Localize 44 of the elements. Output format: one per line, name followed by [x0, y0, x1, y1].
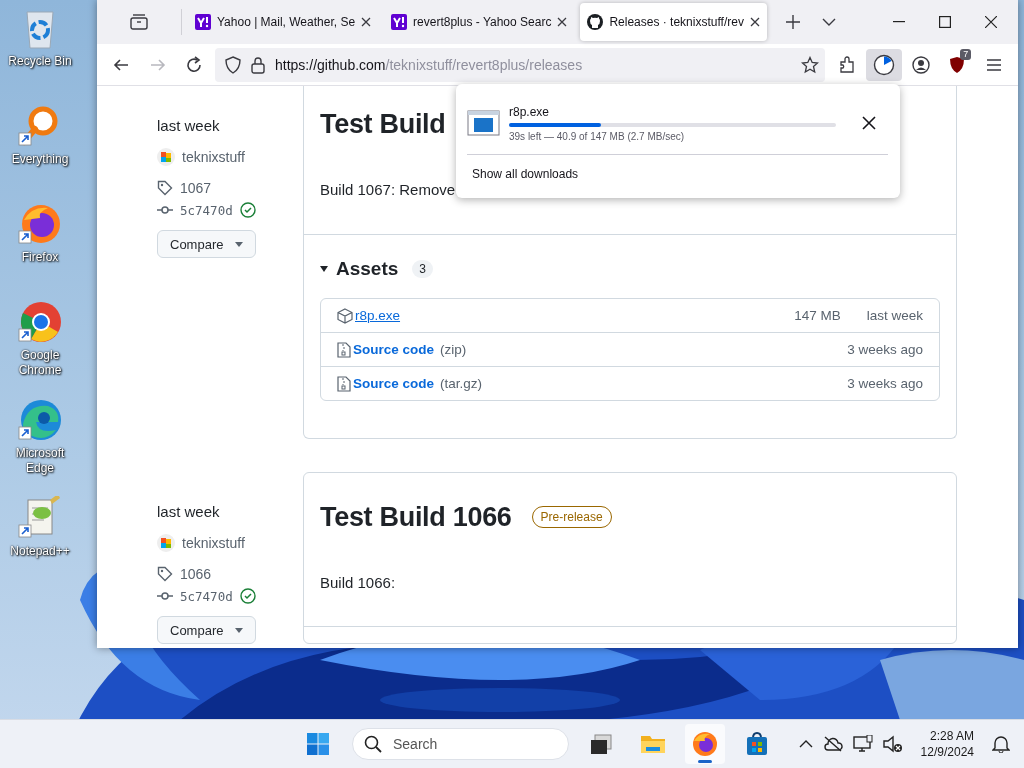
icon-label: Notepad++: [9, 544, 71, 559]
compare-button[interactable]: Compare: [157, 230, 257, 258]
release-date: last week: [157, 116, 220, 136]
asset-size: 147 MB: [793, 308, 841, 323]
download-status: 39s left — 40.9 of 147 MB (2.7 MB/sec): [509, 130, 686, 142]
clock-date[interactable]: 12/9/2024: [920, 744, 974, 760]
commit-link[interactable]: 5c7470d: [180, 202, 233, 218]
asset-date: 3 weeks ago: [847, 376, 923, 391]
author-link[interactable]: teknixstuff: [182, 535, 245, 551]
shield-extension-button[interactable]: 7: [939, 48, 976, 81]
asset-link[interactable]: Source code: [353, 376, 435, 391]
asset-format: (tar.gz): [440, 376, 483, 391]
icon-label: Microsoft Edge: [14, 446, 66, 476]
release-title[interactable]: Test Build 1066: [320, 501, 512, 533]
release-description: Build 1066:: [320, 573, 397, 593]
asset-link[interactable]: Source code: [353, 342, 435, 357]
search-field[interactable]: Search: [352, 728, 569, 760]
asset-link[interactable]: r8p.exe: [355, 308, 401, 323]
clock-time[interactable]: 2:28 AM: [929, 728, 974, 744]
compare-button[interactable]: Compare: [157, 616, 257, 644]
asset-count: 3: [412, 260, 433, 278]
address-bar[interactable]: https://github.com/teknixstuff/revert8plus/releases: [215, 47, 825, 82]
release-title[interactable]: Test Build: [320, 108, 446, 140]
assets-heading[interactable]: Assets: [336, 258, 399, 280]
browser-tab[interactable]: Yahoo | Mail, Weather, Se: [188, 3, 379, 41]
tag-link[interactable]: 1066: [180, 566, 212, 582]
browser-tab[interactable]: revert8plus - Yahoo Searc: [384, 3, 575, 41]
asset-format: (zip): [440, 342, 467, 357]
icon-label: Firefox: [20, 250, 60, 265]
asset-date: 3 weeks ago: [847, 342, 923, 357]
icon-label: Google Chrome: [17, 348, 63, 378]
commit-link[interactable]: 5c7470d: [180, 588, 233, 604]
extension-badge: 7: [960, 48, 972, 60]
release-date: last week: [157, 502, 220, 522]
author-link[interactable]: teknixstuff: [182, 149, 245, 165]
browser-tab[interactable]: Releases · teknixstuff/rev: [580, 3, 767, 41]
release-description: Build 1067: Remove: [320, 180, 457, 200]
icon-label: Everything: [10, 152, 70, 167]
url-text: https://github.com/teknixstuff/revert8plus/releases: [275, 56, 584, 73]
asset-date: last week: [866, 308, 923, 323]
show-all-downloads-item[interactable]: Show all downloads: [467, 155, 579, 181]
icon-label: Recycle Bin: [7, 54, 73, 69]
tag-link[interactable]: 1067: [180, 180, 212, 196]
download-filename: r8p.exe: [509, 104, 551, 119]
